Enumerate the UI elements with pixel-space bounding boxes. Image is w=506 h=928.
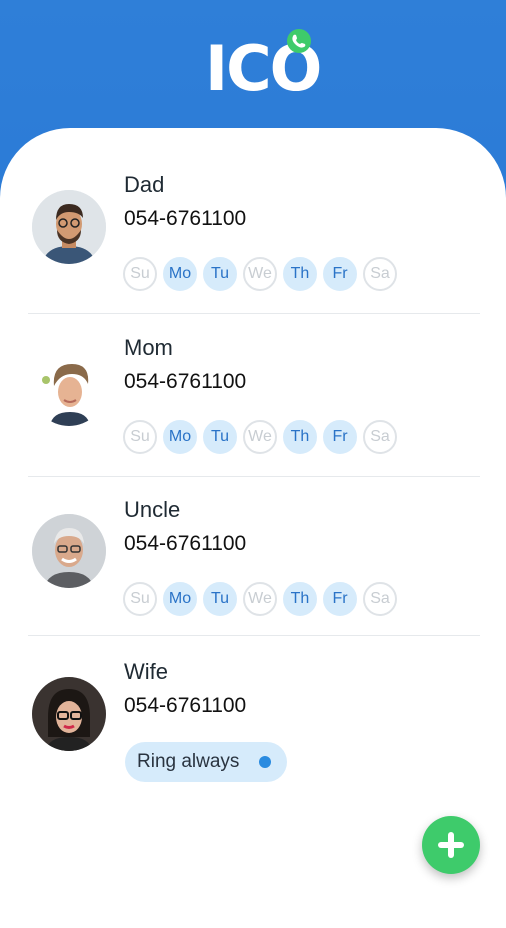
day-selector: Su Mo Tu We Th Fr Sa [123, 420, 397, 454]
day-toggle-th[interactable]: Th [283, 582, 317, 616]
day-selector: Su Mo Tu We Th Fr Sa [123, 257, 397, 291]
day-toggle-we[interactable]: We [243, 257, 277, 291]
day-toggle-fr[interactable]: Fr [323, 257, 357, 291]
ring-always-toggle[interactable]: Ring always [125, 742, 287, 782]
day-toggle-su[interactable]: Su [123, 582, 157, 616]
contact-name: Uncle [124, 497, 181, 522]
day-toggle-mo[interactable]: Mo [163, 420, 197, 454]
day-selector: Su Mo Tu We Th Fr Sa [123, 582, 397, 616]
day-toggle-sa[interactable]: Sa [363, 420, 397, 454]
day-toggle-fr[interactable]: Fr [323, 582, 357, 616]
day-toggle-th[interactable]: Th [283, 257, 317, 291]
avatar-mom [32, 352, 106, 426]
ring-always-label: Ring always [137, 751, 240, 772]
day-toggle-su[interactable]: Su [123, 420, 157, 454]
divider [28, 313, 480, 314]
day-toggle-we[interactable]: We [243, 582, 277, 616]
add-contact-button[interactable] [422, 816, 480, 874]
contact-name: Dad [124, 172, 165, 197]
divider [28, 476, 480, 477]
phone-icon [287, 29, 311, 53]
avatar-dad [32, 190, 106, 264]
contact-phone: 054-6761100 [124, 370, 247, 393]
contact-phone: 054-6761100 [124, 532, 247, 555]
day-toggle-tu[interactable]: Tu [203, 582, 237, 616]
day-toggle-fr[interactable]: Fr [323, 420, 357, 454]
toggle-indicator-icon [259, 756, 271, 768]
day-toggle-we[interactable]: We [243, 420, 277, 454]
day-toggle-tu[interactable]: Tu [203, 257, 237, 291]
contact-phone: 054-6761100 [124, 207, 247, 230]
contact-name: Mom [124, 335, 173, 360]
day-toggle-mo[interactable]: Mo [163, 582, 197, 616]
day-toggle-th[interactable]: Th [283, 420, 317, 454]
avatar-wife [32, 677, 106, 751]
day-toggle-su[interactable]: Su [123, 257, 157, 291]
contact-name: Wife [124, 659, 168, 684]
day-toggle-sa[interactable]: Sa [363, 257, 397, 291]
avatar-uncle [32, 514, 106, 588]
contact-phone: 054-6761100 [124, 694, 247, 717]
day-toggle-mo[interactable]: Mo [163, 257, 197, 291]
day-toggle-tu[interactable]: Tu [203, 420, 237, 454]
day-toggle-sa[interactable]: Sa [363, 582, 397, 616]
divider [28, 635, 480, 636]
